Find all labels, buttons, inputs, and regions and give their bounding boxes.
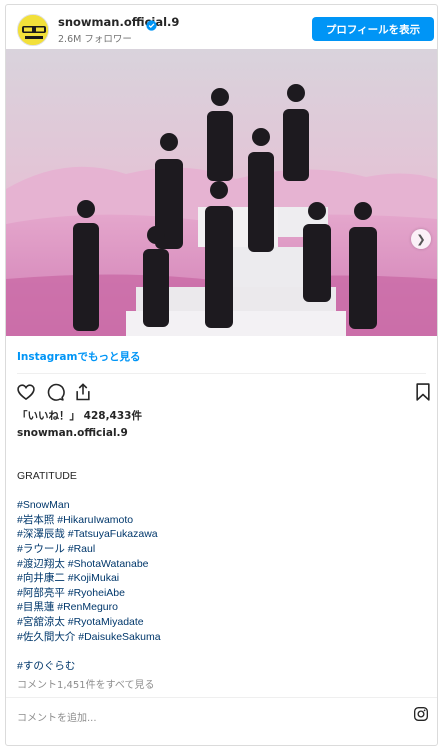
hashtag[interactable]: #深澤辰哉 #TatsuyaFukazawa — [17, 527, 427, 542]
view-profile-button[interactable]: プロフィールを表示 — [312, 17, 434, 41]
post-username[interactable]: snowman.official.9 — [58, 15, 179, 29]
post-photo[interactable]: ❯ — [6, 49, 437, 336]
like-count[interactable]: 「いいね！」 428,433件 — [17, 408, 142, 423]
instagram-icon[interactable] — [413, 706, 429, 722]
hashtag[interactable]: #岩本照 #HikaruIwamoto — [17, 513, 427, 528]
post-header: snowman.official.9 2.6M フォロワー プロフィールを表示 — [6, 5, 437, 49]
hashtag[interactable]: #渡辺翔太 #ShotaWatanabe — [17, 557, 427, 572]
heart-icon[interactable] — [16, 382, 36, 402]
add-comment-input[interactable]: コメントを追加... — [17, 709, 97, 724]
comment-icon[interactable] — [45, 382, 65, 402]
view-more-on-instagram-link[interactable]: Instagramでもっと見る — [17, 349, 140, 364]
hashtag[interactable]: #すのぐらむ — [17, 659, 427, 674]
post-caption: GRATITUDE #SnowMan #岩本照 #HikaruIwamoto #… — [17, 469, 427, 673]
caption-username[interactable]: snowman.official.9 — [17, 427, 128, 439]
avatar[interactable] — [17, 14, 49, 46]
hashtag[interactable]: #宮舘涼太 #RyotaMiyadate — [17, 615, 427, 630]
caption-title: GRATITUDE — [17, 470, 77, 482]
post-actions — [6, 378, 437, 406]
bookmark-icon[interactable] — [413, 382, 433, 402]
share-icon[interactable] — [73, 382, 93, 402]
divider — [17, 373, 426, 374]
view-all-comments-link[interactable]: コメント1,451件をすべて見る — [17, 676, 155, 691]
follower-count: 2.6M フォロワー — [58, 34, 132, 45]
hashtag[interactable]: #阿部亮平 #RyoheiAbe — [17, 586, 427, 601]
chevron-right-icon[interactable]: ❯ — [411, 229, 431, 249]
hashtag[interactable]: #ラウール #Raul — [17, 542, 427, 557]
verified-badge-icon — [146, 16, 157, 31]
hashtag[interactable]: #目黒蓮 #RenMeguro — [17, 600, 427, 615]
hashtag[interactable]: #向井康二 #KojiMukai — [17, 571, 427, 586]
hashtag[interactable]: #SnowMan — [17, 498, 427, 513]
divider — [6, 697, 437, 698]
hashtag[interactable]: #佐久間大介 #DaisukeSakuma — [17, 630, 427, 645]
instagram-embed-card: snowman.official.9 2.6M フォロワー プロフィールを表示 — [5, 4, 438, 746]
